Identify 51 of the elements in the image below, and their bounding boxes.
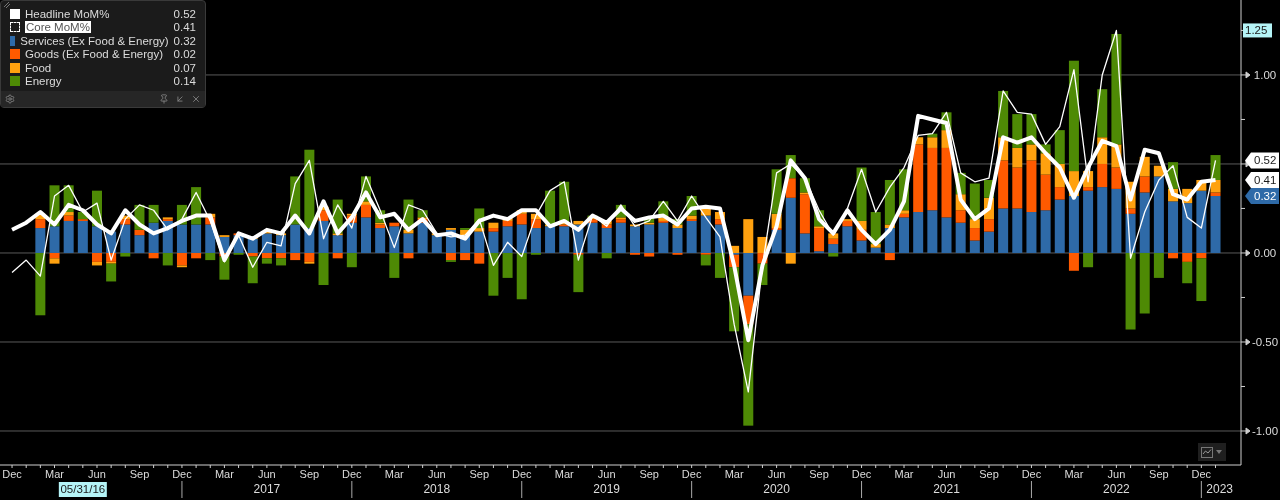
last-value-tag: 0.41 bbox=[1245, 172, 1279, 188]
x-tick-label: Mar bbox=[724, 468, 744, 480]
x-tick-label: Mar bbox=[894, 468, 914, 480]
x-tick-label: Sep bbox=[469, 468, 490, 480]
x-tick-label: Dec bbox=[2, 468, 22, 480]
x-tick-label: Sep bbox=[1149, 468, 1169, 480]
max-value-tag: 1.25 bbox=[1243, 23, 1272, 38]
legend-value: 0.14 bbox=[173, 75, 196, 88]
legend-value: 0.02 bbox=[173, 48, 196, 61]
x-tick-label: Jun bbox=[597, 468, 616, 480]
x-tick-label: Jun bbox=[88, 468, 106, 480]
x-tick-label: Jun bbox=[1107, 468, 1126, 480]
year-label: 2021 bbox=[933, 482, 960, 496]
year-label: 2022 bbox=[1103, 482, 1130, 496]
y-tick-label: -0.50 bbox=[1251, 336, 1279, 348]
legend-value: 0.41 bbox=[173, 21, 196, 34]
x-tick-label: Dec bbox=[1021, 468, 1042, 480]
legend-value: 0.52 bbox=[173, 7, 196, 20]
x-tick-label: Sep bbox=[979, 468, 999, 480]
x-tick-label: Sep bbox=[299, 468, 320, 480]
last-value-tag: 0.52 bbox=[1245, 152, 1279, 169]
x-tick-label: Mar bbox=[554, 468, 574, 480]
year-label: 2020 bbox=[763, 482, 790, 496]
x-tick-label: Jun bbox=[427, 468, 446, 480]
cursor-date-tag: 05/31/16 bbox=[58, 482, 107, 497]
last-value-tag: 0.32 bbox=[1245, 188, 1279, 204]
legend-value: 0.07 bbox=[173, 61, 196, 74]
x-tick-label: Sep bbox=[809, 468, 829, 480]
year-label: 2017 bbox=[253, 482, 281, 496]
x-tick-label: Mar bbox=[214, 468, 234, 480]
x-tick-label: Dec bbox=[511, 468, 532, 480]
x-tick-label: Mar bbox=[384, 468, 404, 480]
year-label: 2023 bbox=[1206, 482, 1234, 496]
x-tick-label: Dec bbox=[342, 468, 362, 480]
x-tick-label: Dec bbox=[851, 468, 872, 480]
x-tick-label: Jun bbox=[937, 468, 956, 480]
year-label: 2018 bbox=[423, 482, 451, 496]
legend-value: 0.32 bbox=[173, 34, 196, 47]
y-tick-label: -1.00 bbox=[1251, 425, 1279, 437]
x-tick-label: Mar bbox=[1064, 468, 1084, 480]
y-tick-label: 1.00 bbox=[1253, 68, 1277, 81]
x-tick-label: Sep bbox=[639, 468, 659, 480]
x-tick-label: Dec bbox=[681, 468, 702, 480]
x-tick-label: Jun bbox=[767, 468, 786, 480]
x-tick-label: Jun bbox=[258, 468, 276, 480]
year-label: 2019 bbox=[593, 482, 621, 496]
x-tick-label: Mar bbox=[45, 468, 64, 480]
x-tick-label: Sep bbox=[129, 468, 150, 480]
y-tick-label: 0.00 bbox=[1253, 246, 1277, 259]
x-tick-label: Dec bbox=[172, 468, 192, 480]
x-tick-label: Dec bbox=[1191, 468, 1212, 480]
